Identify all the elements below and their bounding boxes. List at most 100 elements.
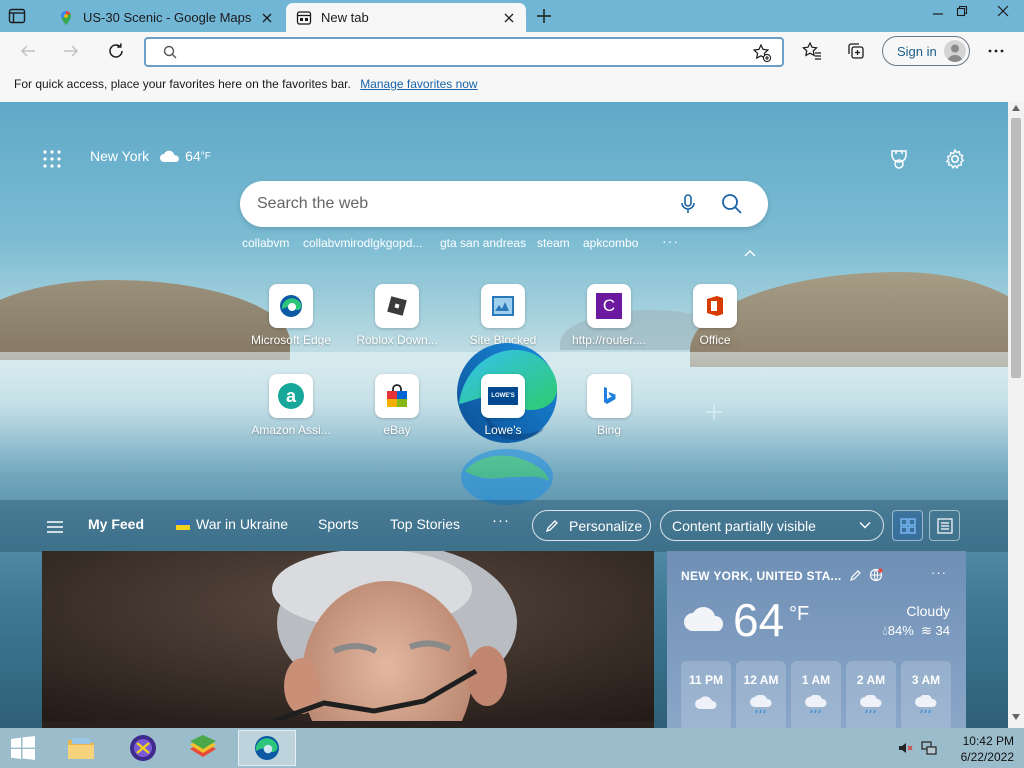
wind-value: 34 <box>935 623 950 638</box>
pencil-icon <box>545 520 558 533</box>
trending-search-link[interactable]: apkcombo <box>583 236 638 250</box>
hourly-forecast-item[interactable]: 3 AM <box>901 661 951 728</box>
trending-search-link[interactable]: steam <box>537 236 570 250</box>
hourly-forecast-item[interactable]: 2 AM <box>846 661 896 728</box>
tab-google-maps[interactable]: US-30 Scenic - Google Maps <box>48 3 284 32</box>
quick-link-label: Roblox Down... <box>356 333 438 347</box>
sign-in-button[interactable]: Sign in <box>882 36 970 66</box>
folder-icon <box>68 738 94 759</box>
page-scrollbar[interactable] <box>1008 102 1024 728</box>
tab-new-tab[interactable]: New tab <box>286 3 526 32</box>
address-input[interactable] <box>182 41 742 63</box>
hourly-forecast-item[interactable]: 1 AM <box>791 661 841 728</box>
weather-temp: 64 <box>185 148 201 164</box>
content-visibility-dropdown[interactable]: Content partially visible <box>660 510 884 541</box>
edit-location-pencil-icon[interactable] <box>849 568 863 582</box>
address-bar[interactable] <box>144 37 784 67</box>
search-submit-icon[interactable] <box>721 193 743 215</box>
web-search-box[interactable] <box>240 181 768 227</box>
cloudy-icon <box>683 603 729 633</box>
trending-more-button[interactable]: ··· <box>662 233 679 249</box>
feed-tab-sports[interactable]: Sports <box>318 516 358 532</box>
restore-icon[interactable] <box>946 0 978 22</box>
hour-label: 12 AM <box>743 673 779 687</box>
new-tab-plus-icon[interactable] <box>535 7 553 25</box>
hourly-forecast-item[interactable]: 12 AM <box>736 661 786 728</box>
quick-link-tile[interactable]: Office <box>670 284 760 347</box>
tab-title: US-30 Scenic - Google Maps <box>83 10 252 25</box>
weather-card-temp: 64 <box>733 594 785 646</box>
hour-label: 2 AM <box>856 673 886 687</box>
feed-more-button[interactable]: ··· <box>492 512 510 529</box>
close-tab-icon[interactable] <box>260 11 274 25</box>
forward-icon[interactable] <box>61 41 81 61</box>
web-search-input[interactable] <box>255 193 655 215</box>
tab-title: New tab <box>321 10 369 25</box>
quick-link-label: Amazon Assi... <box>251 423 331 437</box>
back-icon[interactable] <box>18 41 38 61</box>
start-button[interactable] <box>0 730 46 766</box>
weather-widget[interactable]: New York 64 °F <box>90 148 211 164</box>
taskbar: 10:42 PM 6/22/2022 <box>0 728 1024 768</box>
hour-label: 1 AM <box>801 673 831 687</box>
hourly-forecast-item[interactable]: 11 PM <box>681 661 731 728</box>
add-favorite-icon[interactable] <box>752 43 772 63</box>
personalize-button[interactable]: Personalize <box>532 510 651 541</box>
close-window-icon[interactable] <box>982 0 1024 22</box>
manage-favorites-link[interactable]: Manage favorites now <box>360 77 477 91</box>
add-shortcut-plus-icon[interactable] <box>704 402 724 422</box>
edge-taskbar-item[interactable] <box>238 730 296 766</box>
avatar <box>944 40 966 62</box>
feed-tab-my-feed[interactable]: My Feed <box>88 516 144 532</box>
weather-location: NEW YORK, UNITED STA... <box>681 569 842 583</box>
quick-link-tile[interactable]: LOWE'S Lowe's <box>458 374 548 437</box>
quick-link-tile[interactable]: Roblox Down... <box>352 284 442 347</box>
grid-layout-toggle-icon[interactable] <box>892 510 923 541</box>
quick-link-tile[interactable]: Site Blocked <box>458 284 548 347</box>
quick-link-tile[interactable]: Bing <box>564 374 654 437</box>
collections-icon[interactable] <box>846 41 866 61</box>
new-tab-page: New York 64°F collabvm collabvmirodlgkgo… <box>0 102 1008 728</box>
chevron-up-icon[interactable] <box>743 248 757 258</box>
bluestacks-taskbar-item[interactable] <box>180 730 226 766</box>
volume-muted-icon[interactable] <box>897 740 913 756</box>
app-taskbar-item[interactable] <box>120 730 166 766</box>
lowes-badge: LOWE'S <box>488 387 518 405</box>
quick-link-tile[interactable]: C http://router.... <box>564 284 654 347</box>
refresh-icon[interactable] <box>106 41 126 61</box>
list-layout-toggle-icon[interactable] <box>929 510 960 541</box>
quick-link-tile[interactable]: eBay <box>352 374 442 437</box>
quick-link-label: Office <box>699 333 731 347</box>
feed-tab-top-stories[interactable]: Top Stories <box>390 516 460 532</box>
file-explorer-taskbar-item[interactable] <box>58 730 104 766</box>
favorites-icon[interactable] <box>802 41 822 61</box>
system-clock[interactable]: 10:42 PM 6/22/2022 <box>950 733 1014 765</box>
detect-location-icon[interactable] <box>869 568 883 582</box>
new-tab-page-icon <box>296 10 312 26</box>
quick-link-label: http://router.... <box>571 333 647 347</box>
settings-more-icon[interactable] <box>986 41 1006 61</box>
quick-link-tile[interactable]: Microsoft Edge <box>246 284 336 347</box>
scrollbar-thumb[interactable] <box>1011 118 1021 378</box>
trending-search-link[interactable]: gta san andreas <box>440 236 526 250</box>
lowes-icon: LOWE'S <box>481 374 525 418</box>
microphone-icon[interactable] <box>678 193 698 215</box>
page-settings-gear-icon[interactable] <box>944 148 966 170</box>
weather-more-button[interactable]: ··· <box>931 565 947 580</box>
network-icon[interactable] <box>921 740 937 756</box>
close-tab-icon[interactable] <box>502 11 516 25</box>
rewards-icon[interactable] <box>888 148 910 170</box>
feed-tab-war-in-ukraine[interactable]: War in Ukraine <box>176 516 288 532</box>
weather-city: New York <box>90 148 150 164</box>
quick-link-label: Bing <box>596 423 622 437</box>
tab-actions-icon[interactable] <box>8 7 26 25</box>
app-launcher-icon[interactable] <box>42 149 62 169</box>
menu-hamburger-icon[interactable] <box>46 520 64 534</box>
trending-search-link[interactable]: collabvmirodlgkgopd... <box>303 236 422 250</box>
site-blocked-icon <box>481 284 525 328</box>
trending-search-link[interactable]: collabvm <box>242 236 289 250</box>
quick-link-tile[interactable]: a Amazon Assi... <box>246 374 336 437</box>
weather-card[interactable]: NEW YORK, UNITED STA... ··· 64 °F Cloudy… <box>667 551 966 728</box>
tab-strip: US-30 Scenic - Google Maps New tab <box>0 0 1024 32</box>
news-hero-card[interactable] <box>42 551 654 728</box>
